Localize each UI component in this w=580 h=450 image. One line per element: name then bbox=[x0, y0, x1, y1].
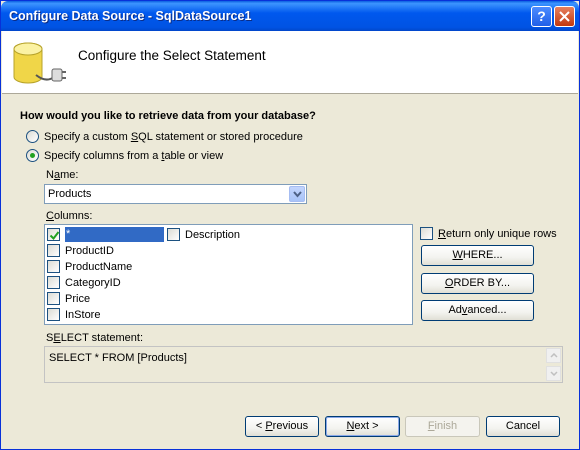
column-item-productid[interactable]: ProductID bbox=[47, 243, 114, 258]
table-columns-radio[interactable]: Specify columns from a table or view bbox=[26, 149, 223, 162]
column-item-star[interactable]: * bbox=[47, 227, 164, 242]
columns-list[interactable]: * ProductID ProductName CategoryID Price… bbox=[44, 224, 413, 325]
checkbox[interactable] bbox=[47, 308, 60, 321]
select-statement-value: SELECT * FROM [Products] bbox=[49, 352, 187, 364]
select-statement-box[interactable]: SELECT * FROM [Products] bbox=[44, 346, 563, 383]
checkbox[interactable] bbox=[420, 227, 433, 240]
checkbox[interactable] bbox=[47, 292, 60, 305]
checkbox-checked[interactable] bbox=[47, 228, 60, 241]
column-item-productname[interactable]: ProductName bbox=[47, 259, 132, 274]
title-bar[interactable]: Configure Data Source - SqlDataSource1 ? bbox=[1, 1, 579, 31]
help-icon[interactable]: ? bbox=[531, 6, 552, 27]
column-item-label: CategoryID bbox=[65, 276, 121, 289]
cancel-button[interactable]: Cancel bbox=[486, 416, 560, 437]
column-item-instore[interactable]: InStore bbox=[47, 307, 100, 322]
window-title: Configure Data Source - SqlDataSource1 bbox=[9, 9, 252, 23]
checkbox[interactable] bbox=[167, 228, 180, 241]
page-title: Configure the Select Statement bbox=[78, 48, 266, 63]
table-name-select[interactable]: Products bbox=[44, 184, 307, 204]
checkbox[interactable] bbox=[47, 244, 60, 257]
checkbox[interactable] bbox=[47, 260, 60, 273]
column-item-description[interactable]: Description bbox=[167, 227, 240, 242]
column-item-categoryid[interactable]: CategoryID bbox=[47, 275, 121, 290]
close-icon[interactable] bbox=[554, 6, 575, 27]
next-button[interactable]: Next > bbox=[325, 416, 400, 437]
scroll-down-icon[interactable] bbox=[546, 366, 561, 381]
unique-rows-label: Return only unique rows bbox=[438, 227, 557, 240]
custom-sql-label: Specify a custom SQL statement or stored… bbox=[44, 130, 303, 143]
column-item-label: ProductName bbox=[65, 260, 133, 273]
column-item-label: Price bbox=[65, 292, 91, 305]
column-item-label: InStore bbox=[65, 308, 101, 321]
radio-button[interactable] bbox=[26, 130, 39, 143]
checkbox[interactable] bbox=[47, 276, 60, 289]
advanced-button[interactable]: Advanced... bbox=[421, 300, 534, 321]
custom-sql-radio[interactable]: Specify a custom SQL statement or stored… bbox=[26, 130, 303, 143]
scroll-up-icon[interactable] bbox=[546, 348, 561, 363]
select-statement-label: SELECT statement: bbox=[46, 332, 144, 344]
where-button[interactable]: WHERE... bbox=[421, 245, 534, 266]
table-name-value: Products bbox=[48, 188, 92, 200]
database-icon bbox=[10, 39, 68, 92]
chevron-down-icon[interactable] bbox=[289, 186, 305, 202]
finish-button: Finish bbox=[405, 416, 480, 437]
order-by-button[interactable]: ORDER BY... bbox=[421, 273, 534, 294]
dialog-window: Configure Data Source - SqlDataSource1 ?… bbox=[0, 0, 580, 450]
name-label: Name: bbox=[46, 169, 79, 181]
previous-button[interactable]: < Previous bbox=[245, 416, 319, 437]
column-item-label: * bbox=[65, 227, 164, 242]
table-columns-label: Specify columns from a table or view bbox=[44, 149, 224, 162]
radio-button-selected[interactable] bbox=[26, 149, 39, 162]
column-item-label: ProductID bbox=[65, 244, 114, 257]
question-label: How would you like to retrieve data from… bbox=[20, 110, 316, 122]
unique-rows-checkbox[interactable]: Return only unique rows bbox=[420, 226, 557, 241]
column-item-label: Description bbox=[185, 228, 241, 241]
wizard-header: Configure the Select Statement bbox=[2, 31, 578, 94]
column-item-price[interactable]: Price bbox=[47, 291, 90, 306]
columns-label: Columns: bbox=[46, 210, 93, 222]
